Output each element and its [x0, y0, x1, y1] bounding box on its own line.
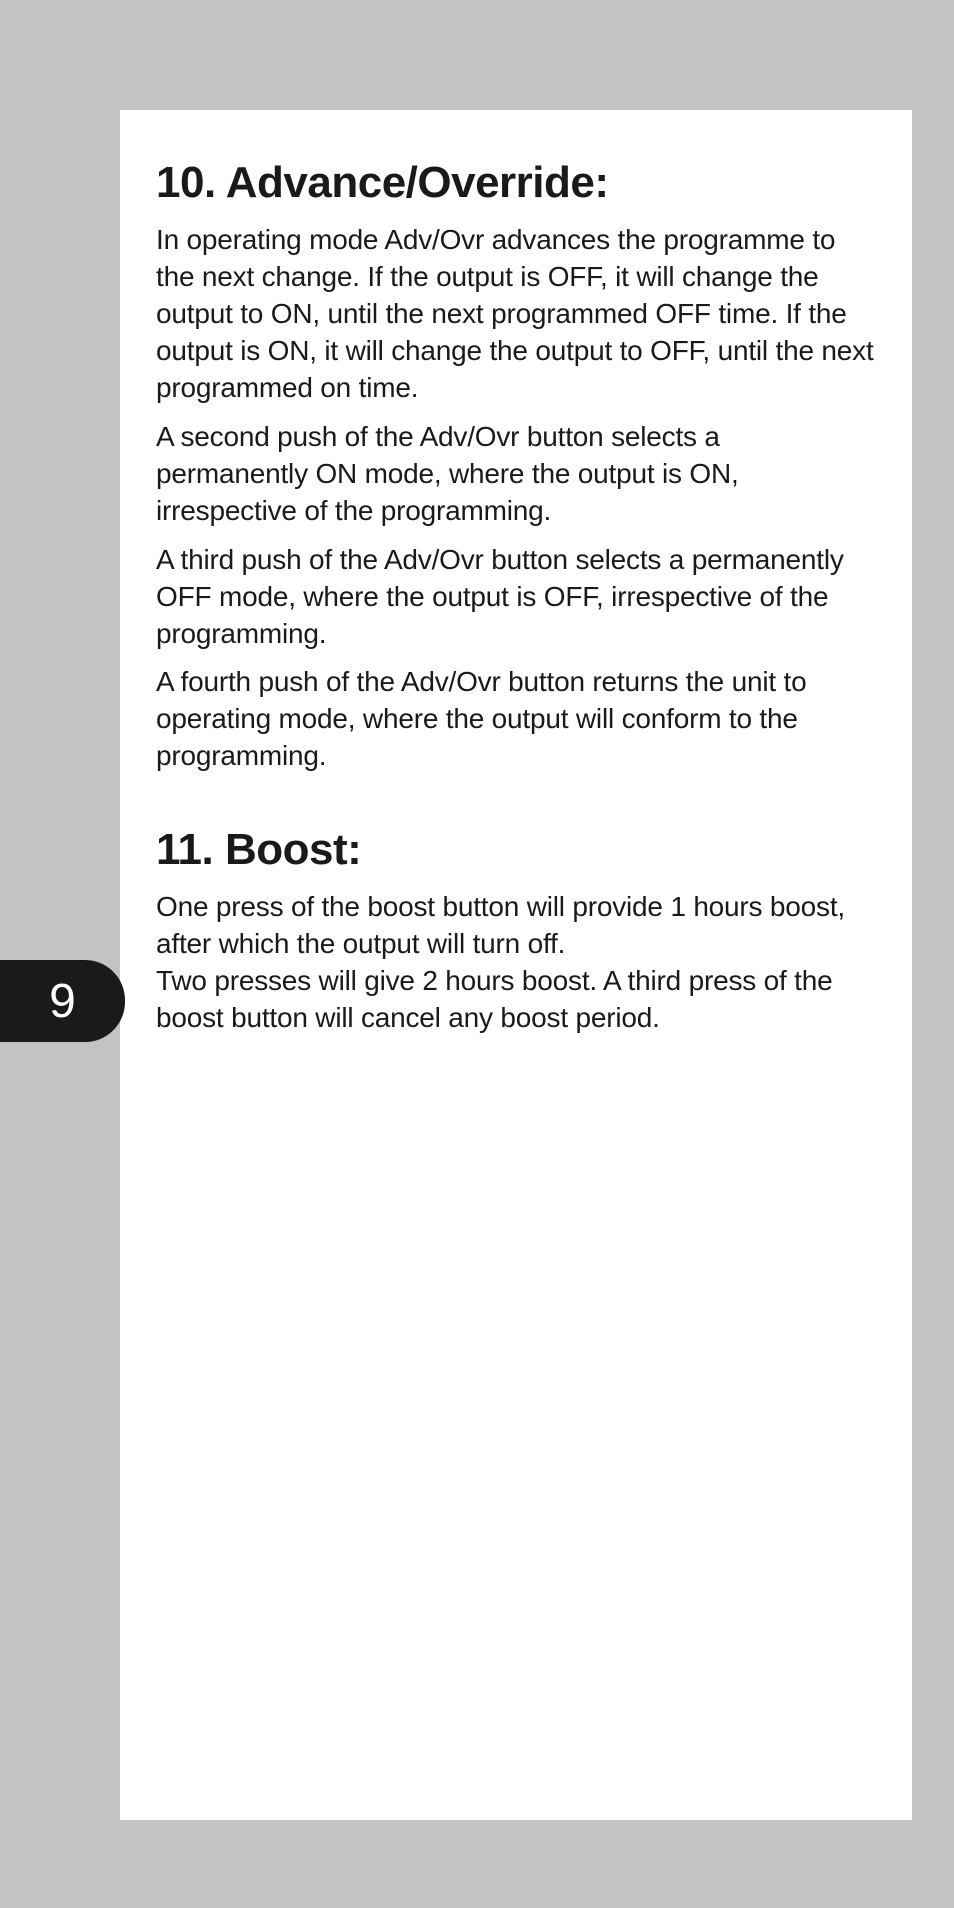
document-page: 10. Advance/Override: In operating mode … [120, 110, 912, 1820]
page-number: 9 [49, 974, 76, 1029]
section-heading-11: 11. Boost: [156, 825, 876, 875]
body-paragraph: A third push of the Adv/Ovr button selec… [156, 542, 876, 653]
body-paragraph: One press of the boost button will provi… [156, 889, 876, 963]
section-spacer [156, 787, 876, 825]
body-paragraph: Two presses will give 2 hours boost. A t… [156, 963, 876, 1037]
body-paragraph: In operating mode Adv/Ovr advances the p… [156, 222, 876, 407]
page-number-tab: 9 [0, 960, 125, 1042]
body-paragraph: A second push of the Adv/Ovr button sele… [156, 419, 876, 530]
body-paragraph: A fourth push of the Adv/Ovr button retu… [156, 664, 876, 775]
section-heading-10: 10. Advance/Override: [156, 158, 876, 208]
